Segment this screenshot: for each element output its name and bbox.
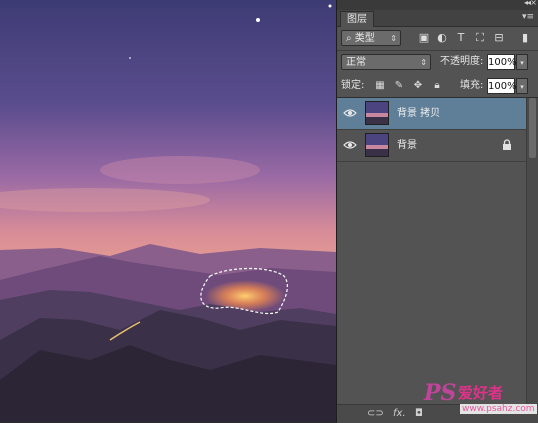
- shape-filter-icon[interactable]: ⛶: [473, 31, 487, 45]
- collapse-icon[interactable]: ◂◂: [524, 0, 531, 7]
- tab-layers[interactable]: 图层: [340, 11, 374, 27]
- filter-kind-label: 类型: [354, 33, 375, 44]
- lock-all-icon[interactable]: 🔒︎: [431, 80, 443, 92]
- smart-object-filter-icon[interactable]: ⊟: [492, 31, 506, 45]
- opacity-input[interactable]: 100%: [487, 54, 517, 70]
- opacity-dropdown-button[interactable]: ▾: [516, 54, 528, 70]
- landscape-photo: [0, 0, 336, 422]
- lock-icon: [503, 139, 511, 150]
- fill-dropdown-button[interactable]: ▾: [516, 78, 528, 94]
- panel-header-strip: ◂◂ ×: [337, 0, 538, 10]
- close-icon[interactable]: ×: [530, 0, 537, 7]
- lock-position-icon[interactable]: ✥: [412, 80, 424, 92]
- layer-name[interactable]: 背景: [397, 130, 417, 161]
- scrollbar-thumb[interactable]: [529, 98, 536, 158]
- blend-row: 正常 ⇕ 不透明度: 100% ▾: [337, 51, 538, 73]
- image-filter-icon[interactable]: ▣: [417, 31, 431, 45]
- chevron-updown-icon: ⇕: [420, 58, 427, 67]
- blend-mode-select[interactable]: 正常 ⇕: [341, 54, 431, 70]
- panel-menu-icon[interactable]: ▾≡: [522, 12, 534, 22]
- watermark-logo: PS: [424, 380, 457, 406]
- fx-icon[interactable]: fx.: [393, 407, 406, 421]
- filter-row: ⌕ 类型 ⇕ ▣ ◐ T ⛶ ⊟ ▮: [337, 27, 538, 49]
- link-icon[interactable]: ⊂⊃: [367, 407, 384, 421]
- fill-input[interactable]: 100%: [487, 78, 517, 94]
- layer-thumbnail: [365, 133, 389, 157]
- watermark-brand: 爱好者: [458, 384, 504, 402]
- filter-toggle-icon[interactable]: ▮: [520, 31, 530, 45]
- chevron-updown-icon: ⇕: [390, 34, 397, 43]
- eye-icon[interactable]: [343, 140, 357, 150]
- watermark: PS 爱好者 www.psahz.com: [420, 378, 538, 422]
- fill-label: 填充:: [460, 80, 484, 91]
- lock-label: 锁定:: [341, 80, 365, 91]
- layer-name[interactable]: 背景 拷贝: [397, 98, 440, 129]
- opacity-label: 不透明度:: [440, 56, 484, 67]
- layer-thumbnail: [365, 101, 389, 125]
- layers-scrollbar[interactable]: [526, 98, 538, 404]
- type-filter-icon[interactable]: T: [454, 31, 468, 45]
- search-icon: ⌕: [346, 33, 352, 44]
- filter-kind-select[interactable]: ⌕ 类型 ⇕: [341, 30, 401, 46]
- layers-panel: ◂◂ × 图层 ▾≡ ⌕ 类型 ⇕ ▣ ◐ T ⛶ ⊟ ▮ 正常 ⇕ 不透明度:…: [336, 0, 538, 423]
- lock-transparent-pixels-icon[interactable]: ▦: [374, 80, 386, 92]
- blend-mode-label: 正常: [346, 57, 366, 68]
- layer-row-background-copy[interactable]: 背景 拷贝: [337, 98, 526, 130]
- document-canvas[interactable]: [0, 0, 336, 422]
- eye-icon[interactable]: [343, 108, 357, 118]
- adjustment-filter-icon[interactable]: ◐: [435, 31, 449, 45]
- watermark-url: www.psahz.com: [460, 404, 537, 414]
- lock-image-pixels-icon[interactable]: ✎: [393, 80, 405, 92]
- layer-row-background[interactable]: 背景: [337, 130, 526, 162]
- panel-tabbar: 图层 ▾≡: [337, 10, 538, 27]
- lock-row: 锁定: ▦ ✎ ✥ 🔒︎ 填充: 100% ▾: [337, 75, 538, 97]
